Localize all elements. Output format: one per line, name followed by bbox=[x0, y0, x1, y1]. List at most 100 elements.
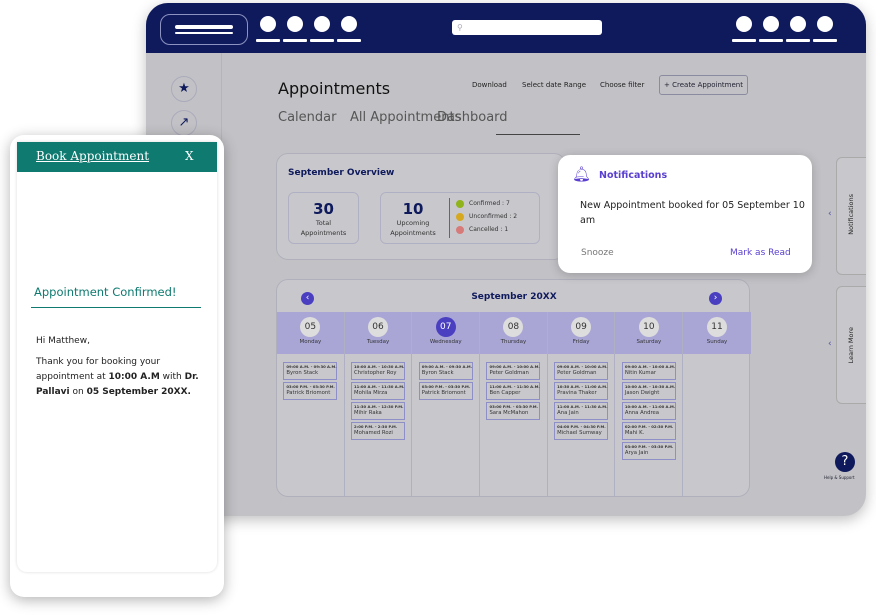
appointment-card[interactable]: 09:00 A.M. - 09:30 A.M. Byron Stack bbox=[283, 362, 338, 380]
close-button[interactable]: X bbox=[185, 149, 194, 163]
appointment-time: 03:00 P.M. - 03:30 P.M. bbox=[421, 384, 471, 389]
appointment-card[interactable]: 03:00 P.M. - 03:30 P.M. Sara McMahon bbox=[486, 402, 541, 420]
download-button[interactable]: Download bbox=[472, 81, 507, 89]
appointment-patient: Ben Capper bbox=[489, 390, 521, 396]
appointment-time: 09:00 A.M. - 10:00 A.M. bbox=[557, 364, 608, 369]
day-column-tuesday: 06 Tuesday 10:00 A.M. - 10:30 A.M. Christop… bbox=[345, 312, 413, 497]
appointment-patient: Ana Jain bbox=[557, 410, 579, 416]
day-column-thursday: 08 Thursday 09:00 A.M. - 10:00 A.M. Peter G… bbox=[480, 312, 548, 497]
appointment-time: 10:30 A.M. - 11:00 A.M. bbox=[557, 384, 608, 389]
appointment-patient: Peter Goldman bbox=[557, 370, 597, 376]
bell-icon: 🔔︎ bbox=[572, 165, 592, 183]
appointment-time: 11:30 A.M. - 12:30 P.M. bbox=[354, 404, 404, 409]
notification-popup: 🔔︎ Notifications New Appointment booked … bbox=[558, 155, 812, 273]
appointment-card[interactable]: 09:00 A.M. - 10:00 A.M. Nitin Kumar bbox=[621, 362, 676, 380]
appointment-card[interactable]: 03:00 P.M. - 03:30 P.M. Arya Jain bbox=[621, 442, 676, 460]
appointment-card[interactable]: 10:30 A.M. - 11:00 A.M. Pravina Thaker bbox=[554, 382, 609, 400]
star-chat-icon[interactable]: ★ bbox=[171, 76, 197, 102]
day-number[interactable]: 07 bbox=[435, 317, 456, 337]
total-stat: 30 Total Appointments bbox=[288, 192, 359, 244]
day-number[interactable]: 08 bbox=[503, 317, 524, 337]
notification-title: Notifications bbox=[599, 170, 668, 181]
total-count: 30 bbox=[313, 200, 334, 218]
appointment-time: 02:00 P.M. - 02:30 P.M. bbox=[624, 424, 674, 429]
appointment-card[interactable]: 09:00 A.M. - 10:00 A.M. Peter Goldman bbox=[486, 362, 541, 380]
appointment-card[interactable]: 11:30 A.M. - 12:30 P.M. Mihir Raka bbox=[351, 402, 406, 420]
appointment-patient: Anna Andrea bbox=[624, 410, 660, 416]
appointment-card[interactable]: 2:00 P.M. - 2:30 P.M. Mohamed Rozi bbox=[351, 422, 406, 440]
appointment-patient: Sara McMahon bbox=[489, 410, 529, 416]
appointment-card[interactable]: 11:00 A.M. - 11:30 A.M. Mohila Mirza bbox=[351, 382, 406, 400]
appointment-card[interactable]: 11:00 A.M. - 11:30 A.M. Ana Jain bbox=[554, 402, 609, 420]
search-icon: ⚲ bbox=[457, 23, 463, 32]
chevron-left-icon[interactable]: ‹ bbox=[828, 339, 832, 349]
day-number[interactable]: 11 bbox=[707, 317, 728, 337]
active-tab-indicator bbox=[496, 134, 580, 135]
book-appointment-header: Book Appointment X bbox=[17, 142, 217, 172]
greeting: Hi Matthew, bbox=[36, 336, 90, 346]
appointment-patient: Pravina Thaker bbox=[557, 390, 597, 396]
appointment-card[interactable]: 09:00 A.M. - 10:00 A.M. Peter Goldman bbox=[554, 362, 609, 380]
help-label[interactable]: Help & Support bbox=[824, 475, 855, 480]
next-week-button[interactable]: › bbox=[709, 292, 722, 305]
legend-label: Cancelled : 1 bbox=[469, 226, 509, 233]
chart-icon[interactable]: ↗ bbox=[171, 110, 197, 136]
appointment-patient: Michael Sumway bbox=[557, 430, 602, 436]
appointment-time: 09:00 A.M. - 09:30 A.M. bbox=[421, 364, 473, 369]
appointment-card[interactable]: 09:00 A.M. - 09:30 A.M. Byron Stack bbox=[418, 362, 473, 380]
legend-dot bbox=[456, 213, 464, 221]
legend-label: Unconfirmed : 2 bbox=[469, 213, 518, 220]
day-number[interactable]: 05 bbox=[300, 317, 321, 337]
calendar-week: ‹ September 20XX › 05 Monday 09:00 A.M. - … bbox=[276, 279, 751, 497]
day-number[interactable]: 09 bbox=[571, 317, 592, 337]
day-number[interactable]: 06 bbox=[368, 317, 389, 337]
appointment-time: 03:00 P.M. - 03:30 P.M. bbox=[489, 404, 538, 409]
appointment-card[interactable]: 10:00 A.M. - 11:00 A.M. Anna Andrea bbox=[621, 402, 676, 420]
appointment-card[interactable]: 02:00 P.M. - 02:30 P.M. Mahi K. bbox=[621, 422, 676, 440]
appointment-time: 03:00 P.M. - 03:30 P.M. bbox=[286, 384, 335, 389]
appointment-patient: Byron Stack bbox=[421, 370, 454, 376]
total-label: Total Appointments bbox=[300, 219, 347, 237]
divider bbox=[31, 307, 201, 308]
search-input[interactable]: ⚲ bbox=[452, 20, 602, 35]
tab-dashboard[interactable]: Dashboard bbox=[437, 110, 508, 125]
appointment-time: 11:00 A.M. - 11:30 A.M. bbox=[489, 384, 540, 389]
appointment-patient: Mahi K. bbox=[624, 430, 645, 436]
appointment-card[interactable]: 10:00 A.M. - 10:30 A.M. Christopher Roy bbox=[351, 362, 406, 380]
appointment-card[interactable]: 11:00 A.M. - 11:30 A.M. Ben Capper bbox=[486, 382, 541, 400]
filter-button[interactable]: Choose filter bbox=[600, 81, 644, 89]
tab-calendar[interactable]: Calendar bbox=[278, 110, 336, 125]
appointment-card[interactable]: 03:00 P.M. - 03:30 P.M. Patrick Briomont bbox=[283, 382, 338, 400]
appointment-patient: Mohila Mirza bbox=[354, 390, 388, 396]
notifications-side-tab[interactable]: Notifications bbox=[836, 157, 866, 275]
overview-title: September Overview bbox=[288, 168, 395, 178]
date-range-button[interactable]: Select date Range bbox=[522, 81, 586, 89]
day-number[interactable]: 10 bbox=[638, 317, 659, 337]
day-column-wednesday: 07 Wednesday 09:00 A.M. - 09:30 A.M. Byron … bbox=[412, 312, 481, 497]
appointment-time: 04:00 P.M. - 04:30 P.M. bbox=[557, 424, 606, 429]
upcoming-count: 10 bbox=[402, 200, 424, 218]
learn-more-tab-label: Learn More bbox=[847, 327, 855, 364]
appointment-time: 11:00 A.M. - 11:30 A.M. bbox=[354, 384, 405, 389]
menu-button[interactable] bbox=[160, 14, 248, 45]
appointment-card[interactable]: 03:00 P.M. - 03:30 P.M. Patrick Briomont bbox=[418, 382, 473, 400]
help-icon[interactable]: ? bbox=[835, 452, 855, 472]
notifications-tab-label: Notifications bbox=[847, 194, 855, 235]
appointment-time: 09:00 A.M. - 09:30 A.M. bbox=[286, 364, 337, 369]
appointment-time: 09:00 A.M. - 10:00 A.M. bbox=[624, 364, 676, 369]
appointment-card[interactable]: 04:00 P.M. - 04:30 P.M. Michael Sumway bbox=[554, 422, 609, 440]
learn-more-side-tab[interactable]: Learn More bbox=[836, 286, 866, 404]
appointment-patient: Mohamed Rozi bbox=[354, 430, 393, 436]
appointment-patient: Peter Goldman bbox=[489, 370, 529, 376]
upcoming-label: Upcoming Appointments bbox=[390, 219, 436, 237]
snooze-button[interactable]: Snooze bbox=[581, 248, 614, 258]
appointment-card[interactable]: 10:00 A.M. - 10:30 A.M. Jason Dwight bbox=[621, 382, 676, 400]
day-column-monday: 05 Monday 09:00 A.M. - 09:30 A.M. Byron Sta… bbox=[277, 312, 345, 497]
chevron-left-icon[interactable]: ‹ bbox=[828, 209, 832, 219]
book-appointment-link[interactable]: Book Appointment bbox=[36, 149, 149, 163]
appointment-time: 10:00 A.M. - 11:00 A.M. bbox=[624, 404, 676, 409]
create-appointment-button[interactable]: + Create Appointment bbox=[659, 75, 748, 95]
appointment-time: 03:00 P.M. - 03:30 P.M. bbox=[624, 444, 674, 449]
mark-as-read-button[interactable]: Mark as Read bbox=[730, 248, 791, 258]
notification-message: New Appointment booked for 05 September … bbox=[580, 200, 805, 226]
